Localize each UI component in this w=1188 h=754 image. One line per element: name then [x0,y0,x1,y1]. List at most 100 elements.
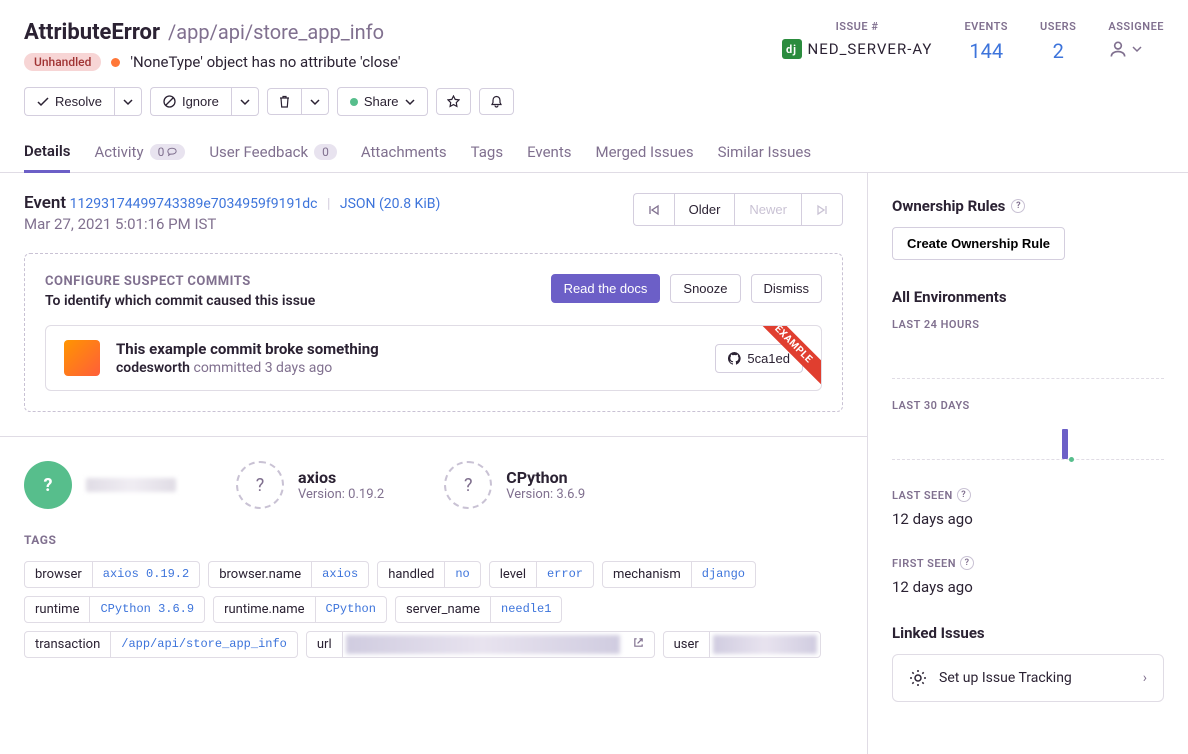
comment-icon [167,147,177,157]
gear-icon [909,669,927,687]
events-label: EVENTS [964,20,1008,33]
tag-value: needle1 [491,597,561,622]
tag-value: axios 0.19.2 [93,562,199,587]
tab-activity[interactable]: Activity 0 [94,132,185,172]
error-type: AttributeError [24,20,160,45]
help-icon[interactable]: ? [1011,199,1025,213]
setup-issue-tracking-button[interactable]: Set up Issue Tracking › [892,654,1164,702]
tab-attachments[interactable]: Attachments [361,132,447,172]
newest-button[interactable] [801,193,843,226]
bookmark-button[interactable] [436,88,471,115]
resolve-dropdown[interactable] [114,87,142,116]
first-seen-value: 12 days ago [892,578,1164,596]
tab-details[interactable]: Details [24,132,70,173]
runtime-meta-card[interactable]: ? CPython Version: 3.6.9 [444,461,585,509]
read-docs-button[interactable]: Read the docs [551,274,661,303]
users-stat[interactable]: USERS 2 [1040,20,1076,63]
tab-merged[interactable]: Merged Issues [596,132,694,172]
commit-card: This example commit broke something code… [45,325,822,391]
last-24-chart [892,339,1164,379]
tag-pair[interactable]: server_nameneedle1 [395,596,562,623]
last-seen-label: LAST SEEN ? [892,488,1164,502]
star-icon [447,95,460,108]
tag-pair[interactable]: url [306,631,655,658]
users-value: 2 [1040,39,1076,63]
snooze-button[interactable]: Snooze [670,274,740,303]
tag-value: django [692,562,755,587]
tag-key: level [490,562,537,587]
tag-pair[interactable]: user [663,631,821,658]
tag-pair[interactable]: browser.nameaxios [208,561,369,588]
tag-pair[interactable]: levelerror [489,561,594,588]
tag-value: no [445,562,479,587]
trash-icon [278,95,291,108]
chevron-right-icon: › [1143,670,1147,686]
browser-meta-card[interactable]: ? axios Version: 0.19.2 [236,461,384,509]
delete-dropdown[interactable] [301,88,329,115]
tab-feedback[interactable]: User Feedback 0 [209,132,337,172]
tab-events[interactable]: Events [527,132,571,172]
issue-label: ISSUE # [782,20,933,33]
tag-key: user [664,632,710,657]
last-30-label: LAST 30 DAYS [892,399,1164,412]
tag-value: error [537,562,593,587]
user-meta-card[interactable]: ? [24,461,176,509]
project-name[interactable]: NED_SERVER-AY [808,40,933,58]
event-id-link[interactable]: 11293174499743389e7034959f9191dc [70,196,318,212]
last-24-label: LAST 24 HOURS [892,318,1164,331]
django-icon: dj [782,39,802,59]
events-value: 144 [964,39,1008,63]
resolve-button[interactable]: Resolve [24,87,114,116]
subscribe-button[interactable] [479,88,514,115]
oldest-button[interactable] [633,193,674,226]
last-30-chart [892,420,1164,460]
first-seen-label: FIRST SEEN ? [892,556,1164,570]
feedback-count-badge: 0 [314,144,337,160]
newer-button[interactable]: Newer [734,193,801,226]
axios-name: axios [298,468,384,487]
json-link[interactable]: JSON (20.8 KiB) [340,196,440,212]
tag-key: browser.name [209,562,312,587]
ownership-rules-title: Ownership Rules ? [892,197,1164,215]
tag-pair[interactable]: runtime.nameCPython [213,596,387,623]
delete-button[interactable] [267,88,301,115]
tab-similar[interactable]: Similar Issues [718,132,812,172]
chevron-down-icon [310,97,320,107]
help-icon[interactable]: ? [957,488,971,502]
tag-value: CPython [316,597,386,622]
create-ownership-rule-button[interactable]: Create Ownership Rule [892,227,1065,260]
error-message: 'NoneType' object has no attribute 'clos… [130,53,400,71]
user-icon [1108,39,1128,59]
tag-value: CPython 3.6.9 [90,597,204,622]
tags-heading: TAGS [24,533,843,547]
assignee-stat[interactable]: ASSIGNEE [1108,20,1164,59]
tag-pair[interactable]: runtimeCPython 3.6.9 [24,596,205,623]
tag-pair[interactable]: transaction/app/api/store_app_info [24,631,298,658]
dismiss-button[interactable]: Dismiss [751,274,823,303]
tag-value [710,632,820,657]
share-status-icon [350,98,358,106]
older-button[interactable]: Older [674,193,735,226]
ignore-dropdown[interactable] [231,87,259,116]
external-link-icon[interactable] [623,632,654,657]
last-seen-value: 12 days ago [892,510,1164,528]
ignore-button[interactable]: Ignore [150,87,231,116]
tag-key: browser [25,562,93,587]
cpython-version: 3.6.9 [556,487,585,502]
share-button[interactable]: Share [337,87,428,116]
commit-when: committed 3 days ago [193,360,332,376]
tab-tags[interactable]: Tags [471,132,503,172]
tag-value [343,632,623,657]
commit-title: This example commit broke something [116,340,699,358]
tag-pair[interactable]: mechanismdjango [602,561,756,588]
check-icon [37,96,49,108]
tag-pair[interactable]: browseraxios 0.19.2 [24,561,200,588]
event-label: Event [24,193,66,213]
project-stat: ISSUE # dj NED_SERVER-AY [782,20,933,59]
tag-pair[interactable]: handledno [377,561,481,588]
tag-key: transaction [25,632,111,657]
help-icon[interactable]: ? [960,556,974,570]
tag-value: /app/api/store_app_info [111,632,297,657]
suspect-title: CONFIGURE SUSPECT COMMITS [45,274,315,289]
events-stat[interactable]: EVENTS 144 [964,20,1008,63]
